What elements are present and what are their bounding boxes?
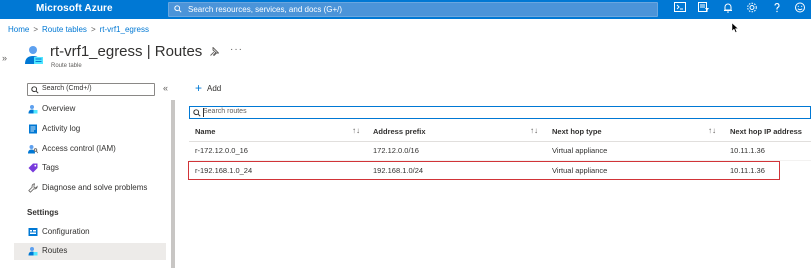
activity-log-icon <box>29 124 37 134</box>
page-subtitle: Route table <box>51 63 82 69</box>
table-header-divider <box>189 141 811 142</box>
more-options-icon[interactable]: ··· <box>230 44 243 55</box>
expand-menu-chevron-icon[interactable]: » <box>2 53 7 63</box>
sidebar-item-label: Access control (IAM) <box>42 144 116 153</box>
row-highlight-box <box>188 161 780 180</box>
sidebar-item-label: Activity log <box>42 124 81 133</box>
table-cell-next-hop-type: Virtual appliance <box>552 146 608 155</box>
search-icon <box>174 5 182 13</box>
add-button-label: Add <box>207 84 222 93</box>
collapse-menu-icon[interactable]: « <box>163 83 168 93</box>
sort-icon[interactable]: ↑↓ <box>530 126 538 135</box>
tag-icon <box>28 163 38 173</box>
cloud-shell-icon[interactable] <box>673 0 687 15</box>
sidebar-item-overview[interactable]: Overview <box>14 101 166 118</box>
plus-icon: + <box>195 81 203 95</box>
breadcrumb-route-tables[interactable]: Route tables <box>42 25 87 34</box>
search-routes-placeholder: Search routes <box>203 108 247 115</box>
breadcrumb-separator: > <box>33 25 39 34</box>
routes-icon <box>28 247 38 256</box>
sidebar-item-tags[interactable]: Tags <box>14 160 166 177</box>
sidebar-item-label: Routes <box>42 246 68 255</box>
configuration-icon <box>28 228 38 236</box>
help-icon[interactable] <box>770 0 784 15</box>
column-header-next-hop-type[interactable]: Next hop type <box>552 127 602 136</box>
sidebar-item-label: Configuration <box>42 227 90 236</box>
sidebar-item-configuration[interactable]: Configuration <box>14 224 166 241</box>
table-cell-address-prefix: 172.12.0.0/16 <box>373 146 419 155</box>
sidebar-item-activity-log[interactable]: Activity log <box>14 121 166 138</box>
top-navigation-bar: Microsoft Azure Search resources, servic… <box>0 0 811 19</box>
sort-icon[interactable]: ↑↓ <box>708 126 716 135</box>
column-header-address-prefix[interactable]: Address prefix <box>373 127 426 136</box>
search-routes-input[interactable]: Search routes <box>189 106 811 119</box>
text-caret <box>203 108 204 117</box>
wrench-icon <box>28 183 38 193</box>
route-table-icon <box>28 105 38 114</box>
notifications-icon[interactable] <box>721 0 735 15</box>
column-header-name[interactable]: Name <box>195 127 215 136</box>
table-cell-name[interactable]: r-172.12.0.0_16 <box>195 146 248 155</box>
sidebar-item-routes[interactable]: Routes <box>14 243 166 260</box>
iam-icon <box>28 145 38 154</box>
global-search-placeholder: Search resources, services, and docs (G+… <box>188 5 343 14</box>
breadcrumb-current[interactable]: rt-vrf1_egress <box>100 25 149 34</box>
page-title: rt-vrf1_egress | Routes <box>50 43 203 60</box>
settings-section-heading: Settings <box>27 208 59 217</box>
sort-icon[interactable]: ↑↓ <box>352 126 360 135</box>
sidebar-scrollbar[interactable] <box>171 100 175 268</box>
search-icon <box>31 86 39 94</box>
sidebar-item-label: Tags <box>42 163 59 172</box>
sidebar-item-label: Diagnose and solve problems <box>42 183 148 192</box>
menu-search-placeholder: Search (Cmd+/) <box>42 85 92 92</box>
pin-icon[interactable] <box>210 47 219 56</box>
column-header-next-hop-ip[interactable]: Next hop IP address <box>730 127 802 136</box>
menu-search-input[interactable]: Search (Cmd+/) <box>27 83 155 96</box>
breadcrumb: Home > Route tables > rt-vrf1_egress <box>8 25 149 34</box>
sidebar-item-label: Overview <box>42 104 76 113</box>
mouse-pointer-icon <box>732 23 739 33</box>
settings-icon[interactable] <box>745 0 759 15</box>
feedback-icon[interactable] <box>793 0 807 15</box>
breadcrumb-separator: > <box>90 25 96 34</box>
table-cell-next-hop-ip: 10.11.1.36 <box>730 146 765 155</box>
brand-title[interactable]: Microsoft Azure <box>36 3 113 14</box>
global-search-input[interactable]: Search resources, services, and docs (G+… <box>168 2 658 17</box>
breadcrumb-home[interactable]: Home <box>8 25 29 34</box>
directory-filter-icon[interactable] <box>697 0 711 15</box>
route-table-resource-icon <box>25 46 43 64</box>
sidebar-item-diagnose[interactable]: Diagnose and solve problems <box>14 180 166 197</box>
sidebar-item-access-control[interactable]: Access control (IAM) <box>14 141 166 158</box>
search-icon <box>193 109 201 117</box>
